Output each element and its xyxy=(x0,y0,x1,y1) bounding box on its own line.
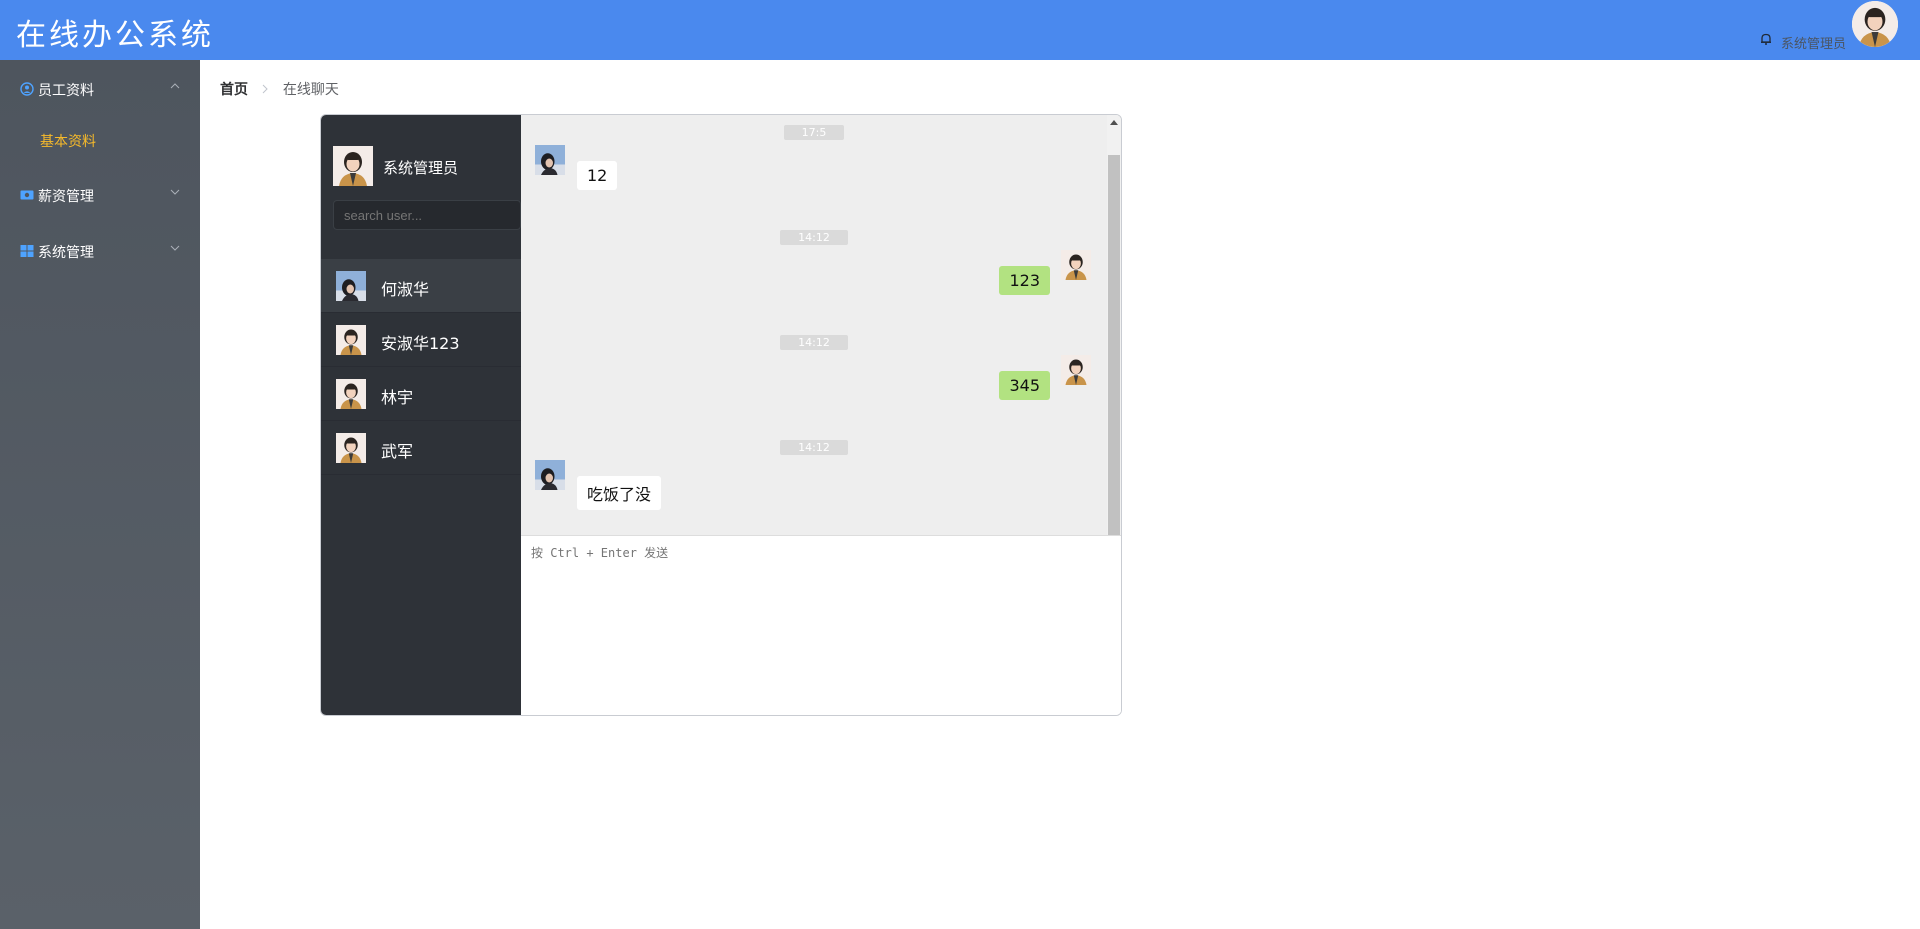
message-timestamp: 14:12 xyxy=(521,331,1107,350)
avatar xyxy=(535,145,565,175)
avatar xyxy=(535,460,565,490)
sidebar-item-system[interactable]: 系统管理 xyxy=(0,222,200,278)
message-timestamp: 17:5 xyxy=(521,121,1107,140)
current-user-avatar xyxy=(333,146,373,186)
chevron-right-icon xyxy=(263,84,269,94)
user-list-item-name: 安淑华123 xyxy=(381,334,460,353)
sidebar-item-label: 系统管理 xyxy=(38,245,94,261)
message-bubble: 345 xyxy=(999,371,1050,400)
header-user-area[interactable]: 系统管理员 xyxy=(1759,0,1898,60)
avatar xyxy=(1061,250,1091,280)
breadcrumb: 首页 在线聊天 xyxy=(220,79,339,99)
current-user-name: 系统管理员 xyxy=(383,159,459,177)
message-input[interactable] xyxy=(521,536,1121,715)
avatar xyxy=(336,433,366,463)
user-list-item-name: 何淑华 xyxy=(381,280,430,299)
user-list-item[interactable]: 林宇 xyxy=(321,367,521,421)
user-list-item-name: 林宇 xyxy=(381,388,414,407)
money-icon xyxy=(20,190,34,200)
chat-window: 系统管理员 何淑华 安淑华123 林宇 武军 xyxy=(320,114,1122,716)
breadcrumb-home[interactable]: 首页 xyxy=(220,82,248,98)
message-timestamp: 14:12 xyxy=(521,226,1107,245)
chat-sidebar: 系统管理员 何淑华 安淑华123 林宇 武军 xyxy=(321,115,521,715)
scrollbar-thumb[interactable] xyxy=(1108,155,1120,535)
chat-main: 17:5 12 14:12 123 14:12 345 14:12 吃饭了没 xyxy=(521,115,1121,715)
user-list-item[interactable]: 安淑华123 xyxy=(321,313,521,367)
avatar xyxy=(1061,355,1091,385)
message-time-text: 14:12 xyxy=(780,230,848,245)
message-time-text: 14:12 xyxy=(780,440,848,455)
header-avatar[interactable] xyxy=(1852,1,1898,47)
message-list[interactable]: 17:5 12 14:12 123 14:12 345 14:12 吃饭了没 xyxy=(521,115,1121,535)
message-time-text: 14:12 xyxy=(780,335,848,350)
scroll-up-icon[interactable] xyxy=(1110,120,1118,125)
chevron-up-icon xyxy=(170,83,180,89)
app-title: 在线办公系统 xyxy=(16,18,214,53)
message-scrollbar[interactable] xyxy=(1107,115,1121,535)
breadcrumb-current: 在线聊天 xyxy=(282,82,339,98)
message-time-text: 17:5 xyxy=(783,125,845,140)
chevron-down-icon xyxy=(170,245,180,251)
avatar xyxy=(336,379,366,409)
sidebar-item-salary[interactable]: 薪资管理 xyxy=(0,166,200,222)
user-circle-icon xyxy=(20,82,34,96)
message-composer xyxy=(521,535,1121,715)
header-user-name[interactable]: 系统管理员 xyxy=(1781,33,1846,52)
user-list-item[interactable]: 何淑华 xyxy=(321,259,521,313)
sidebar-item-label: 薪资管理 xyxy=(38,189,94,205)
user-list-item-name: 武军 xyxy=(381,442,414,461)
avatar xyxy=(336,325,366,355)
chevron-down-icon xyxy=(170,189,180,195)
message-bubble: 123 xyxy=(999,266,1050,295)
message-bubble: 12 xyxy=(577,161,618,190)
windows-icon xyxy=(20,245,34,257)
avatar xyxy=(336,271,366,301)
bell-icon[interactable] xyxy=(1759,32,1773,46)
search-user-input[interactable] xyxy=(333,200,521,230)
sidebar-subitem-basic-info[interactable]: 基本资料 xyxy=(0,116,200,166)
message-timestamp: 14:12 xyxy=(521,436,1107,455)
user-list: 何淑华 安淑华123 林宇 武军 xyxy=(321,259,521,475)
message-bubble: 吃饭了没 xyxy=(577,476,662,510)
sidebar-item-employee[interactable]: 员工资料 xyxy=(0,60,200,116)
top-header: 在线办公系统 系统管理员 xyxy=(0,0,1920,60)
sidebar: 员工资料 基本资料 薪资管理 系统管理 xyxy=(0,60,200,929)
sidebar-subitem-label: 基本资料 xyxy=(40,134,96,150)
user-list-item[interactable]: 武军 xyxy=(321,421,521,475)
sidebar-item-label: 员工资料 xyxy=(38,83,94,99)
